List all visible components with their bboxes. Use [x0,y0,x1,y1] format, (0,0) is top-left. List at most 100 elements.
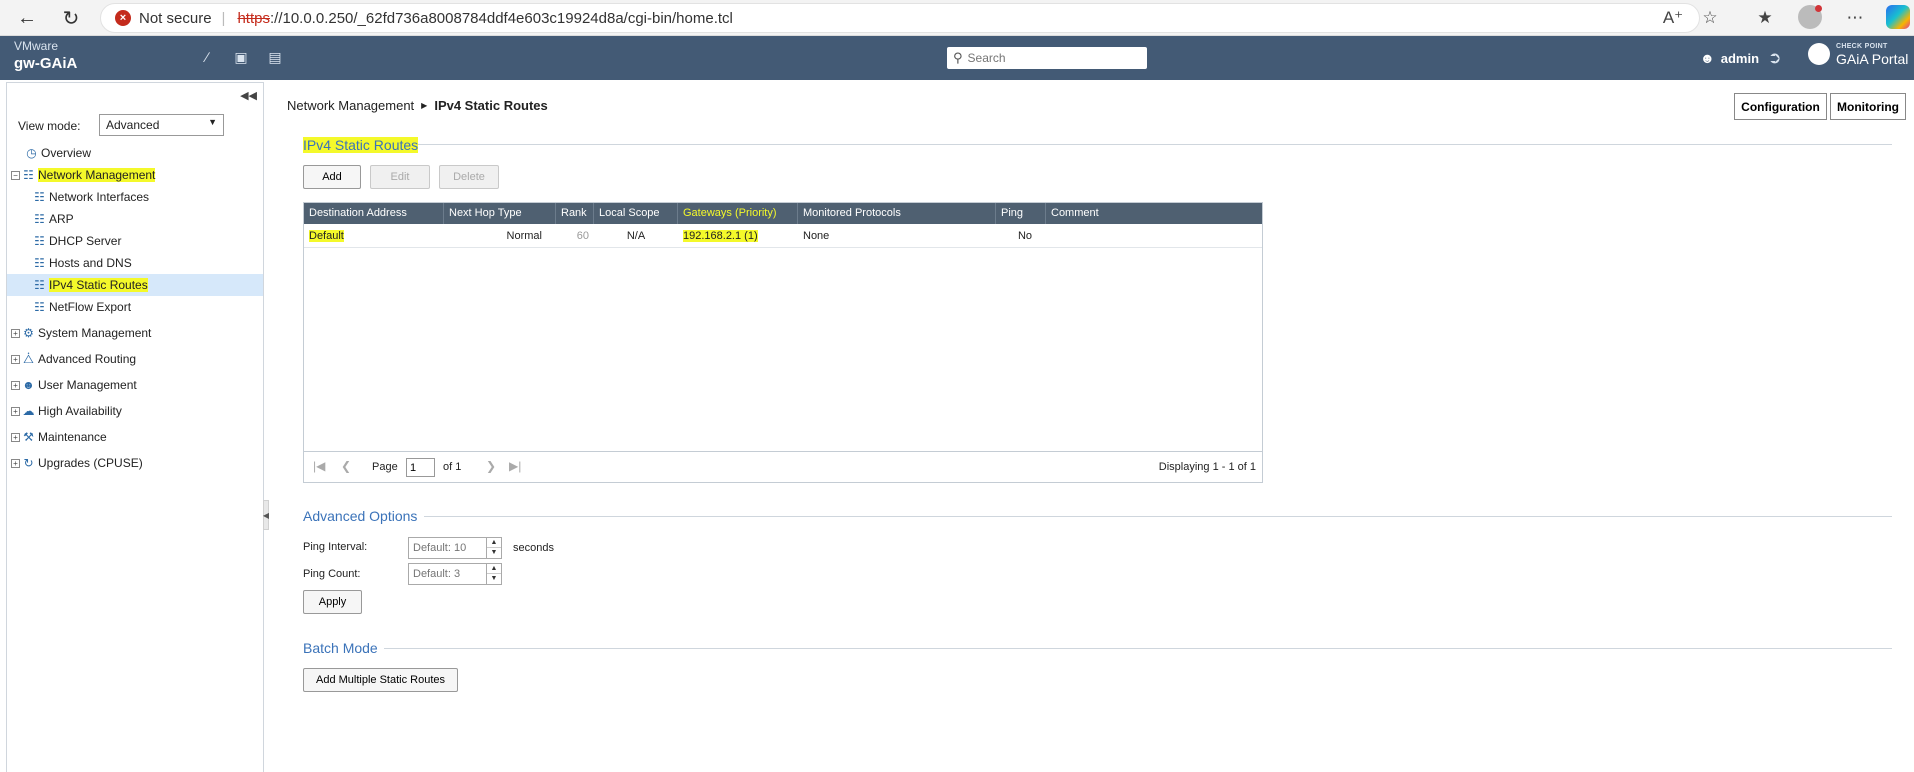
cloud-icon: ☁ [22,404,35,418]
user-menu[interactable]: ☻ admin [1700,50,1759,66]
expand-icon[interactable]: + [11,380,20,390]
last-page-icon[interactable]: ▶| [509,459,521,473]
ping-interval-input[interactable] [409,538,487,558]
breadcrumb-parent[interactable]: Network Management [287,98,414,113]
sidebar-item-system-management[interactable]: + ⚙ System Management [7,322,263,344]
sidebar-item-arp[interactable]: ☷ ARP [7,208,263,230]
apply-button[interactable]: Apply [303,590,362,614]
view-mode-value: Advanced [106,118,160,132]
decrement-icon[interactable]: ▼ [487,574,501,584]
column-header-comment[interactable]: Comment [1046,203,1262,224]
wand-icon[interactable]: ∕ [198,48,216,66]
column-header-monitored-protocols[interactable]: Monitored Protocols [798,203,996,224]
favorite-star-icon[interactable]: ☆ [1697,6,1723,30]
sidebar-item-ipv4-static-routes[interactable]: ☷ IPv4 Static Routes [7,274,263,296]
sidebar-item-hosts-dns[interactable]: ☷ Hosts and DNS [7,252,263,274]
sidebar-item-dhcp-server[interactable]: ☷ DHCP Server [7,230,263,252]
cell-monitored-protocols: None [803,230,830,242]
more-menu-icon[interactable]: ⋯ [1842,6,1868,30]
search-input[interactable] [967,51,1128,65]
table-header: Destination Address Next Hop Type Rank L… [304,203,1262,224]
stepper-buttons: ▲ ▼ [486,564,501,584]
decrement-icon[interactable]: ▼ [487,548,501,558]
increment-icon[interactable]: ▲ [487,564,501,574]
notification-dot [1815,5,1822,12]
view-mode-label: View mode: [18,119,81,133]
logout-icon[interactable]: ➲ [1768,48,1781,68]
expand-icon[interactable]: + [11,432,20,442]
pagination-bar: |◀ ❮ Page of 1 ❯ ▶| Displaying 1 - 1 of … [304,451,1262,482]
section-title-batch: Batch Mode [303,640,378,656]
document-icon[interactable]: ▤ [266,48,284,66]
sidebar-item-user-management[interactable]: + ☻ User Management [7,374,263,396]
sidebar-item-netflow-export[interactable]: ☷ NetFlow Export [7,296,263,318]
cell-destination-text: Default [309,230,344,242]
search-box[interactable]: ⚲ [947,47,1147,69]
add-multiple-routes-button[interactable]: Add Multiple Static Routes [303,668,458,692]
cell-local-scope: N/A [626,230,646,242]
prev-page-icon[interactable]: ❮ [341,459,351,473]
sidebar-item-label: System Management [38,326,152,340]
sidebar-item-label: Advanced Routing [38,352,137,366]
update-icon: ↻ [23,456,34,470]
add-button[interactable]: Add [303,165,361,189]
ping-count-input[interactable] [409,564,487,584]
view-mode-select[interactable]: Advanced ▼ [99,114,224,136]
sidebar-item-advanced-routing[interactable]: + ⧊ Advanced Routing [7,348,263,370]
cell-comment [1046,224,1262,248]
chevron-down-icon: ▼ [208,117,217,127]
first-page-icon[interactable]: |◀ [313,459,325,473]
column-header-local-scope[interactable]: Local Scope [594,203,678,224]
collapse-sidebar-icon[interactable]: ◀◀ [240,89,257,102]
expand-icon[interactable]: + [11,406,20,416]
page-number-input[interactable] [406,458,435,477]
sidebar-item-upgrades[interactable]: + ↻ Upgrades (CPUSE) [7,452,263,474]
back-icon[interactable]: ← [12,4,42,32]
sidebar-item-label: DHCP Server [49,234,122,248]
sidebar-item-network-interfaces[interactable]: ☷ Network Interfaces [7,186,263,208]
sidebar-item-label: Overview [41,146,92,160]
configuration-button[interactable]: Configuration [1734,93,1827,120]
routing-icon: ⧊ [23,351,34,366]
refresh-icon[interactable]: ↻ [56,4,86,32]
sidebar-item-label: High Availability [38,404,122,418]
edit-button[interactable]: Edit [370,165,430,189]
ping-count-label: Ping Count: [303,568,361,580]
increment-icon[interactable]: ▲ [487,538,501,548]
terminal-icon[interactable]: ▣ [232,48,250,66]
network-icon: ☷ [34,234,45,248]
section-title-advanced: Advanced Options [303,508,418,524]
expand-icon[interactable]: + [11,458,20,468]
splitter-handle[interactable]: ◀ [263,500,269,530]
monitoring-button[interactable]: Monitoring [1830,93,1906,120]
cell-destination: Default [304,224,444,248]
sidebar-item-high-availability[interactable]: + ☁ High Availability [7,400,263,422]
sidebar-item-overview[interactable]: ◷ Overview [7,142,263,164]
expand-icon[interactable]: + [11,328,20,338]
next-page-icon[interactable]: ❯ [486,459,496,473]
copilot-icon[interactable] [1886,5,1910,29]
ping-interval-stepper: ▲ ▼ [408,537,502,559]
column-header-rank[interactable]: Rank [556,203,594,224]
sidebar-item-label: Network Interfaces [49,190,150,204]
column-header-gateways[interactable]: Gateways (Priority) [678,203,798,224]
sidebar-item-maintenance[interactable]: + ⚒ Maintenance [7,426,263,448]
read-aloud-icon[interactable]: A⁺ [1660,6,1686,30]
address-bar[interactable]: × Not secure | https ://10.0.0.250/_62fd… [100,3,1700,33]
table-row[interactable]: Default Normal 60 N/A 192.168.2.1 (1) No… [304,224,1262,248]
network-icon: ☷ [34,212,45,226]
column-header-destination[interactable]: Destination Address [304,203,444,224]
section-divider [384,648,1892,649]
cell-ping: No [1017,230,1032,242]
column-header-next-hop-type[interactable]: Next Hop Type [444,203,556,224]
cell-rank: 60 [576,230,589,242]
wrench-icon: ⚒ [23,430,34,444]
expand-icon[interactable]: + [11,354,20,364]
collapse-icon[interactable]: − [11,170,20,180]
page-of-label: of 1 [443,461,462,473]
column-header-ping[interactable]: Ping [996,203,1046,224]
favorites-list-icon[interactable]: ★ [1752,6,1778,30]
delete-button[interactable]: Delete [439,165,499,189]
sidebar-item-network-management[interactable]: − ☷ Network Management [7,164,263,186]
section-divider [418,144,1892,145]
